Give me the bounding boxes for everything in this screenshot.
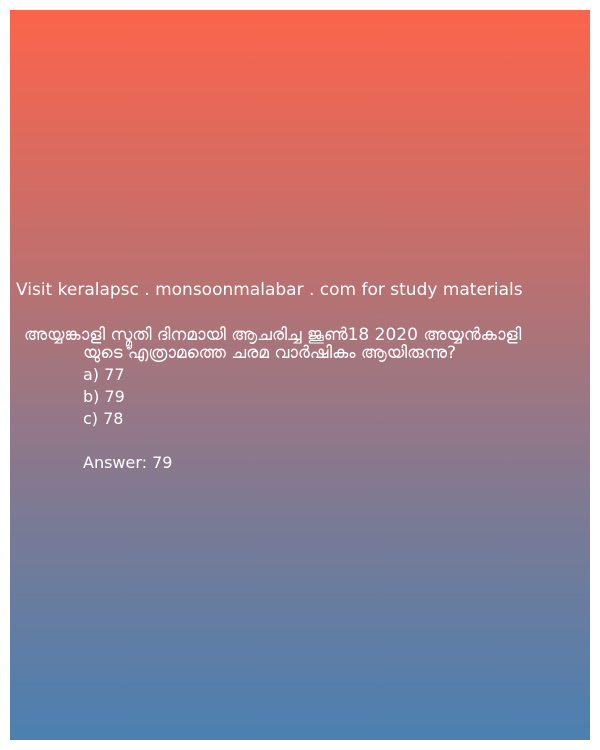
option-c: c) 78 xyxy=(83,409,124,428)
option-b: b) 79 xyxy=(83,387,125,406)
question-text: അയ്യങ്കാളി സ്മൃതി ദിനമായി ആചരിച്ച ജൂൺ18 … xyxy=(24,326,584,362)
answer-text: Answer: 79 xyxy=(83,453,173,472)
question-line-1: അയ്യങ്കാളി സ്മൃതി ദിനമായി ആചരിച്ച ജൂൺ18 … xyxy=(24,325,522,345)
promo-text: Visit keralapsc . monsoonmalabar . com f… xyxy=(16,280,523,300)
options-list: a) 77 b) 79 c) 78 xyxy=(83,364,125,430)
quiz-card: Visit keralapsc . monsoonmalabar . com f… xyxy=(10,10,590,740)
question-line-2: യുടെ എത്രാമത്തെ ചരമ വാർഷികം ആയിരുന്നു? xyxy=(83,343,457,363)
option-a: a) 77 xyxy=(83,365,125,384)
